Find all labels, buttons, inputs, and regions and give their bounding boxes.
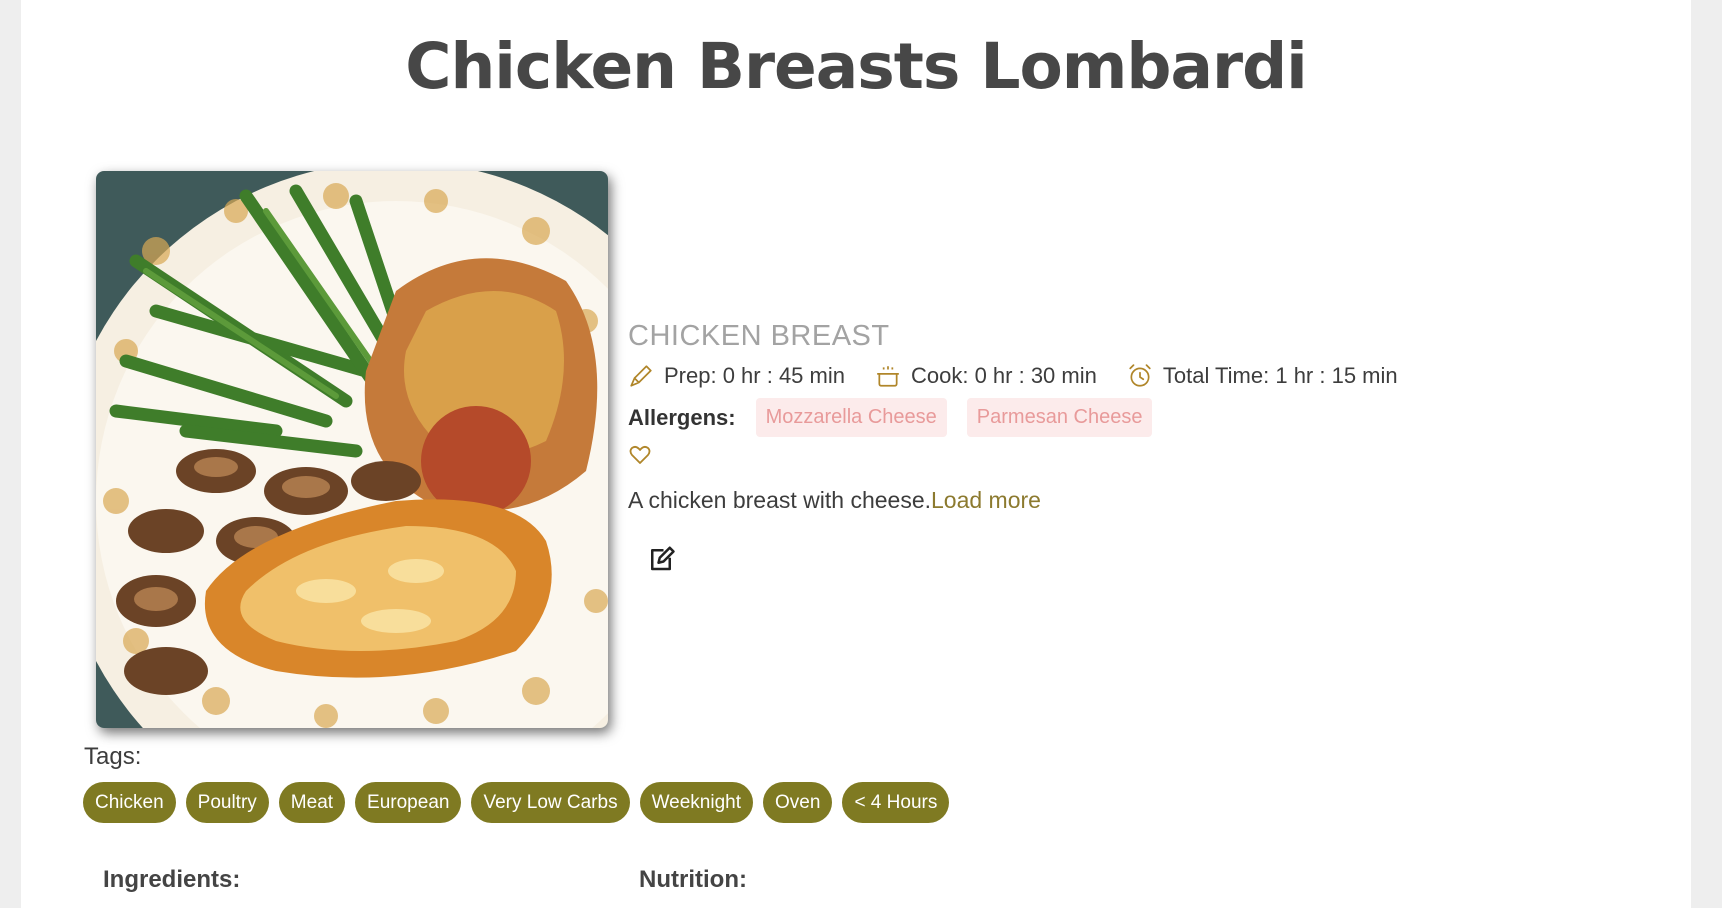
cook-time: Cook: 0 hr : 30 min: [875, 363, 1097, 389]
total-time-text: Total Time: 1 hr : 15 min: [1162, 363, 1398, 388]
alarm-clock-icon: [1129, 364, 1151, 387]
heart-icon[interactable]: [628, 443, 652, 467]
prep-time-text: Prep: 0 hr : 45 min: [664, 363, 845, 388]
cook-time-text: Cook: 0 hr : 30 min: [910, 363, 1097, 388]
tag-chip[interactable]: Chicken: [83, 782, 176, 823]
ingredients-heading: Ingredients:: [103, 866, 241, 893]
recipe-photo-illustration: [96, 171, 608, 728]
allergen-badge: Parmesan Cheese: [966, 398, 1153, 437]
tag-chip[interactable]: Meat: [278, 782, 346, 823]
tag-chip[interactable]: Very Low Carbs: [471, 782, 630, 823]
recipe-card: Chicken Breasts Lombardi CHICKEN BREAST …: [21, 0, 1691, 908]
tag-list: Chicken Poultry Meat European Very Low C…: [83, 782, 959, 823]
pencil-icon: [630, 365, 652, 387]
recipe-photo: [96, 171, 608, 728]
total-time: Total Time: 1 hr : 15 min: [1127, 363, 1398, 389]
recipe-description: A chicken breast with cheese.Load more: [628, 487, 1041, 514]
allergens-label: Allergens:: [628, 404, 736, 430]
tags-label: Tags:: [84, 743, 142, 770]
recipe-title: Chicken Breasts Lombardi: [405, 30, 1308, 103]
tag-chip[interactable]: Weeknight: [639, 782, 754, 823]
pot-icon: [877, 366, 899, 387]
recipe-category: CHICKEN BREAST: [628, 320, 890, 352]
edit-icon[interactable]: [646, 544, 676, 574]
allergens: Allergens: Mozzarella Cheese Parmesan Ch…: [628, 398, 1172, 437]
load-more-link[interactable]: Load more: [931, 487, 1041, 513]
prep-time: Prep: 0 hr : 45 min: [628, 363, 845, 389]
description-text: A chicken breast with cheese.: [628, 487, 931, 513]
recipe-times: Prep: 0 hr : 45 min Cook: 0 hr : 30 min …: [628, 358, 1428, 394]
tag-chip[interactable]: Poultry: [185, 782, 269, 823]
allergen-badge: Mozzarella Cheese: [755, 398, 947, 437]
nutrition-heading: Nutrition:: [639, 866, 747, 893]
tag-chip[interactable]: European: [355, 782, 462, 823]
tag-chip[interactable]: < 4 Hours: [842, 782, 950, 823]
tag-chip[interactable]: Oven: [763, 782, 833, 823]
